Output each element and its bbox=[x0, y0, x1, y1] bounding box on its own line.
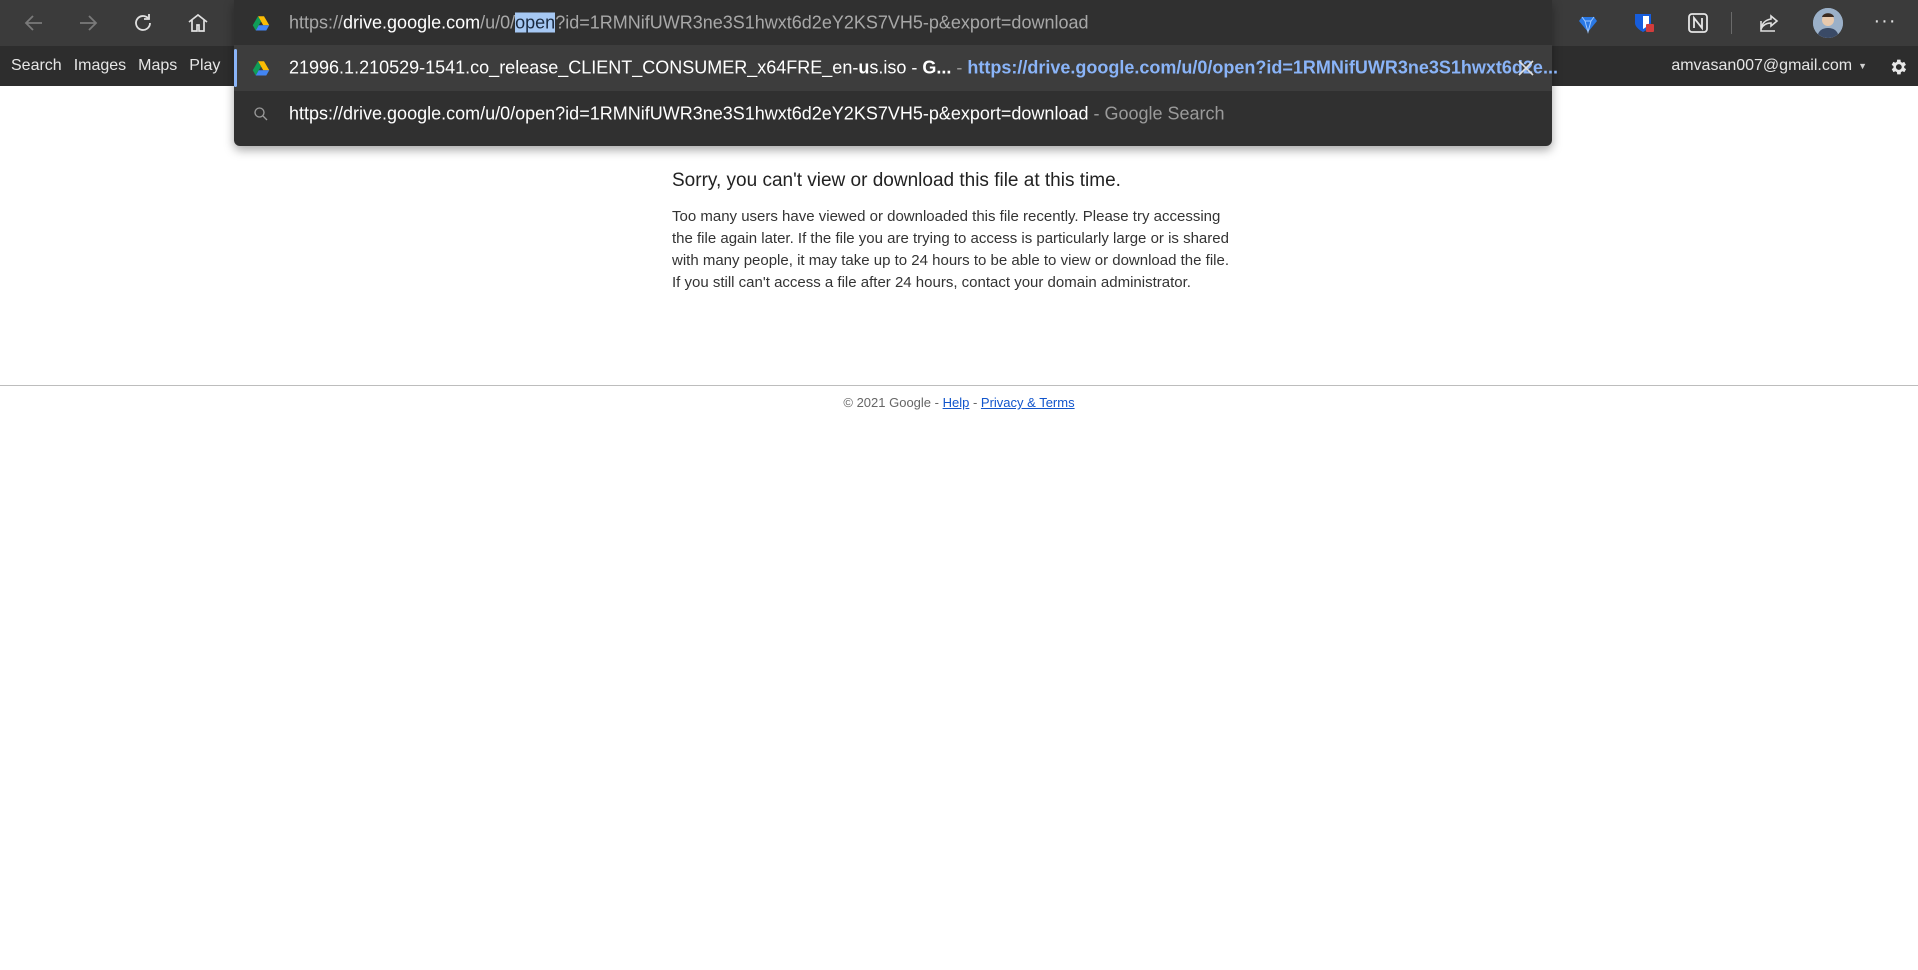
share-icon[interactable] bbox=[1757, 11, 1781, 35]
selection-indicator bbox=[234, 49, 237, 87]
url-scheme: https:// bbox=[289, 12, 344, 32]
footer-sep: - bbox=[931, 395, 943, 410]
omnibox-dropdown: https://drive.google.com/u/0/open?id=1RM… bbox=[234, 0, 1558, 146]
account-email: amvasan007@gmail.com bbox=[1671, 57, 1853, 74]
suggestion-separator: - bbox=[951, 57, 968, 78]
more-icon: ··· bbox=[1873, 10, 1897, 32]
more-button[interactable]: ··· bbox=[1872, 10, 1898, 36]
suggestion-title-ellipsis: G... bbox=[922, 57, 952, 78]
caret-down-icon: ▼ bbox=[1858, 61, 1867, 71]
error-body: Too many users have viewed or downloaded… bbox=[672, 208, 1229, 291]
avatar[interactable] bbox=[1813, 8, 1843, 38]
gbar-link-images[interactable]: Images bbox=[74, 57, 126, 75]
search-query: https://drive.google.com/u/0/open?id=1RM… bbox=[289, 103, 1089, 124]
settings-gear-icon[interactable] bbox=[1888, 57, 1908, 77]
google-drive-icon bbox=[252, 15, 270, 30]
suggestion-history-row[interactable]: 21996.1.210529-1541.co_release_CLIENT_CO… bbox=[234, 45, 1558, 91]
gbar-link-search[interactable]: Search bbox=[11, 57, 62, 75]
gbar-link-play[interactable]: Play bbox=[189, 57, 220, 75]
url-host: drive.google.com bbox=[343, 12, 481, 32]
bitwarden-icon[interactable] bbox=[1631, 11, 1655, 35]
help-link[interactable]: Help bbox=[943, 395, 970, 410]
suggestion-match: u bbox=[858, 57, 870, 78]
extension-gem-icon[interactable] bbox=[1576, 11, 1600, 35]
footer: © 2021 Google - Help - Privacy & Terms bbox=[0, 395, 1918, 410]
suggestion-url: https://drive.google.com/u/0/open?id=1RM… bbox=[967, 57, 1558, 78]
suggestion-history-text: 21996.1.210529-1541.co_release_CLIENT_CO… bbox=[289, 58, 1558, 79]
suggestion-title-end: s.iso - bbox=[869, 57, 923, 78]
reload-icon bbox=[135, 14, 151, 31]
privacy-terms-link[interactable]: Privacy & Terms bbox=[981, 395, 1075, 410]
footer-copyright: © 2021 Google bbox=[843, 395, 932, 410]
google-bar-links: Search Images Maps Play bbox=[0, 46, 220, 86]
google-drive-icon bbox=[252, 61, 270, 76]
url-path: /u/0/ bbox=[480, 12, 516, 32]
profile-photo-icon bbox=[1813, 8, 1843, 38]
home-icon bbox=[188, 13, 208, 32]
gbar-link-maps[interactable]: Maps bbox=[138, 57, 177, 75]
suggestion-search-text: https://drive.google.com/u/0/open?id=1RM… bbox=[289, 104, 1225, 125]
footer-sep: - bbox=[969, 395, 981, 410]
close-icon[interactable] bbox=[1516, 58, 1536, 78]
suggestion-search-row[interactable]: https://drive.google.com/u/0/open?id=1RM… bbox=[234, 91, 1552, 137]
url-selection: open bbox=[515, 12, 556, 32]
back-button[interactable] bbox=[18, 7, 50, 39]
suggestion-title: 21996.1.210529-1541.co_release_CLIENT_CO… bbox=[289, 57, 859, 78]
search-suffix: - Google Search bbox=[1088, 103, 1225, 124]
error-title: Sorry, you can't view or download this f… bbox=[672, 170, 1121, 191]
forward-button[interactable] bbox=[72, 7, 104, 39]
notion-icon[interactable] bbox=[1686, 11, 1710, 35]
reload-button[interactable] bbox=[127, 7, 159, 39]
toolbar-separator bbox=[1731, 12, 1732, 34]
forward-arrow-icon bbox=[80, 15, 98, 31]
account-menu[interactable]: amvasan007@gmail.com ▼ bbox=[1671, 46, 1867, 86]
error-message: Sorry, you can't view or download this f… bbox=[672, 170, 1232, 294]
omnibox-url-text: https://drive.google.com/u/0/open?id=1RM… bbox=[289, 12, 1089, 33]
search-icon bbox=[254, 107, 268, 121]
home-button[interactable] bbox=[182, 7, 214, 39]
back-arrow-icon bbox=[24, 15, 42, 31]
footer-divider bbox=[0, 385, 1918, 386]
url-query: ?id=1RMNifUWR3ne3S1hwxt6d2eY2KS7VH5-p&ex… bbox=[555, 12, 1089, 32]
omnibox-input[interactable]: https://drive.google.com/u/0/open?id=1RM… bbox=[234, 0, 1552, 45]
